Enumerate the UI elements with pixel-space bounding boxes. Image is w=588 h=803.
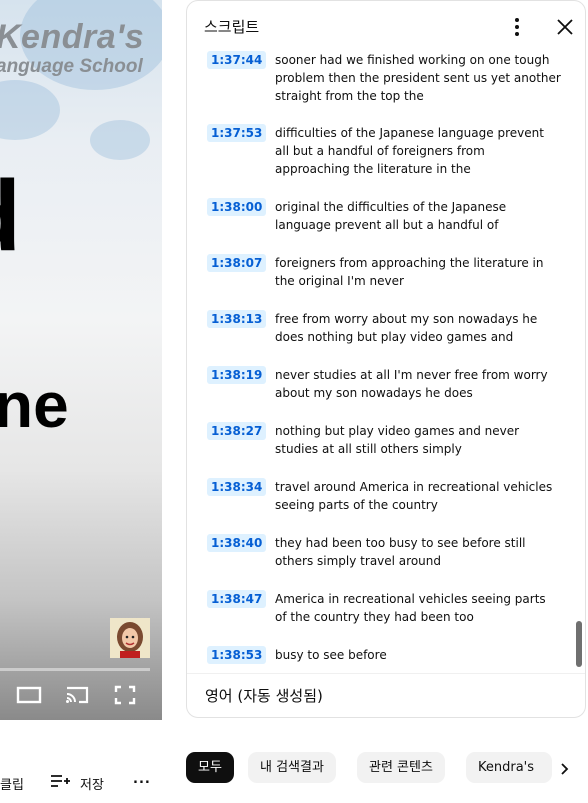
- segment-timestamp[interactable]: 1:38:07: [207, 254, 267, 272]
- segment-timestamp[interactable]: 1:38:34: [207, 478, 267, 496]
- theater-mode-icon[interactable]: [16, 684, 42, 706]
- segment-text: never studies at all I'm never free from…: [275, 368, 548, 400]
- scrollbar-thumb[interactable]: [576, 621, 582, 667]
- more-actions-button[interactable]: ...: [133, 772, 151, 787]
- segment-timestamp[interactable]: 1:37:53: [207, 124, 267, 142]
- segment-text: America in recreational vehicles seeing …: [275, 592, 546, 624]
- segment-timestamp[interactable]: 1:38:53: [207, 646, 267, 664]
- splash-decoration: [0, 80, 60, 140]
- segment-text: free from worry about my son nowadays he…: [275, 312, 538, 344]
- close-icon: [557, 19, 573, 35]
- chip-all[interactable]: 모두: [186, 752, 234, 783]
- segment-text: foreigners from approaching the literatu…: [275, 256, 544, 288]
- more-vert-icon: [515, 18, 519, 36]
- chips-next-button[interactable]: [554, 758, 576, 780]
- chip-my-results[interactable]: 내 검색결과: [248, 752, 336, 783]
- video-frame-text: ne: [0, 369, 69, 441]
- presenter-avatar: [110, 618, 150, 658]
- video-frame-text: d: [0, 166, 21, 266]
- segment-timestamp[interactable]: 1:37:44: [207, 51, 267, 69]
- chip-related[interactable]: 관련 콘텐츠: [357, 752, 445, 783]
- fullscreen-icon[interactable]: [112, 684, 138, 706]
- segment-text: original the difficulties of the Japanes…: [275, 200, 507, 232]
- chevron-right-icon: [561, 763, 569, 775]
- segment-timestamp[interactable]: 1:38:47: [207, 590, 267, 608]
- segment-timestamp[interactable]: 1:38:27: [207, 422, 267, 440]
- segment-text: travel around America in recreational ve…: [275, 480, 553, 512]
- segment-timestamp[interactable]: 1:38:40: [207, 534, 267, 552]
- transcript-language-selector[interactable]: 영어 (자동 생성됨): [205, 685, 323, 706]
- chip-channel[interactable]: Kendra's: [466, 752, 552, 783]
- more-options-button[interactable]: [505, 15, 529, 39]
- cast-icon[interactable]: [64, 684, 90, 706]
- segment-text: difficulties of the Japanese language pr…: [275, 126, 544, 176]
- clip-button[interactable]: 클립: [0, 774, 24, 793]
- segment-timestamp[interactable]: 1:38:00: [207, 198, 267, 216]
- transcript-panel: 스크립트 1:37:44 sooner had we finished work…: [186, 0, 586, 718]
- segment-text: sooner had we finished working on one to…: [275, 53, 561, 103]
- save-button[interactable]: 저장: [80, 774, 104, 793]
- divider: [187, 673, 585, 674]
- channel-logo-title: Kendra's: [0, 18, 145, 56]
- video-player[interactable]: Kendra's anguage School d ne: [0, 0, 162, 720]
- save-playlist-icon[interactable]: [50, 773, 70, 789]
- panel-title: 스크립트: [204, 18, 260, 36]
- segment-timestamp[interactable]: 1:38:13: [207, 310, 267, 328]
- segment-timestamp[interactable]: 1:38:19: [207, 366, 267, 384]
- close-button[interactable]: [553, 15, 577, 39]
- segment-text: busy to see before: [275, 648, 387, 662]
- channel-logo-subtitle: anguage School: [0, 56, 143, 77]
- splash-decoration: [90, 120, 150, 160]
- segment-text: nothing but play video games and never s…: [275, 424, 520, 456]
- progress-bar[interactable]: [0, 668, 150, 671]
- segment-text: they had been too busy to see before sti…: [275, 536, 526, 568]
